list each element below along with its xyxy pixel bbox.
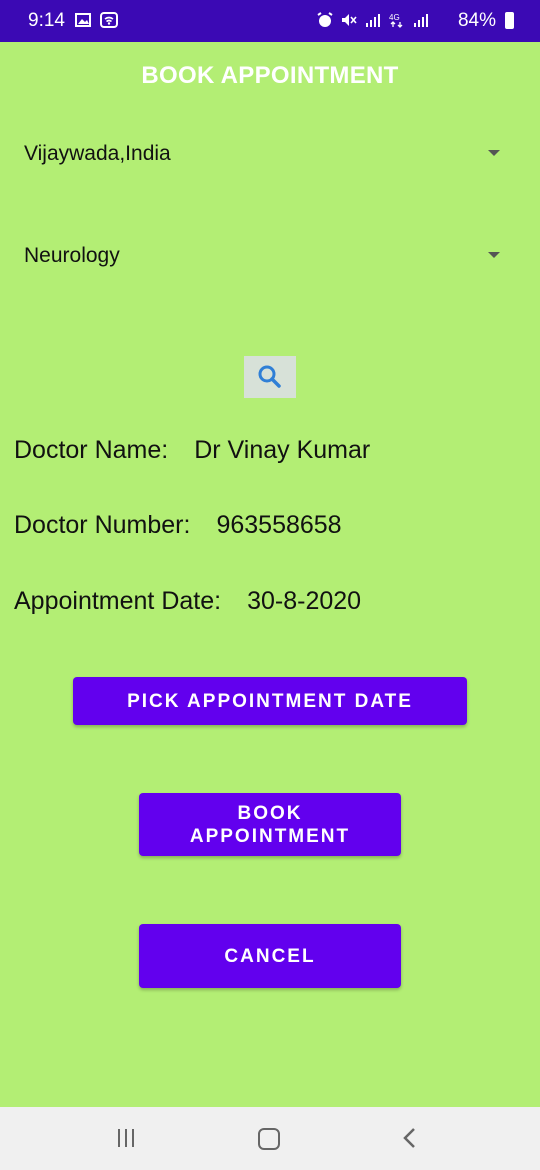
navigation-bar bbox=[0, 1107, 540, 1170]
status-bar: 9:14 4G 84% bbox=[0, 0, 540, 42]
location-spinner-value: Vijaywada,India bbox=[24, 142, 171, 165]
image-icon bbox=[75, 13, 91, 27]
dropdown-arrow-icon bbox=[488, 150, 500, 156]
doctor-name-value: Dr Vinay Kumar bbox=[194, 436, 371, 464]
appointment-date-value: 30-8-2020 bbox=[247, 587, 362, 615]
dropdown-arrow-icon bbox=[488, 252, 500, 258]
doctor-name-row: Doctor Name: Dr Vinay Kumar bbox=[14, 436, 370, 465]
book-button-label-line1: BOOK bbox=[237, 802, 303, 824]
mute-icon bbox=[342, 14, 357, 26]
specialty-spinner-value: Neurology bbox=[24, 244, 120, 267]
back-icon[interactable] bbox=[402, 1127, 418, 1149]
home-icon[interactable] bbox=[258, 1128, 280, 1150]
cancel-label: CANCEL bbox=[224, 945, 316, 967]
pick-date-label: PICK APPOINTMENT DATE bbox=[127, 690, 413, 712]
alarm-icon bbox=[317, 12, 333, 27]
4g-icon: 4G bbox=[389, 13, 403, 28]
location-spinner[interactable]: Vijaywada,India bbox=[24, 134, 516, 174]
search-button[interactable] bbox=[244, 356, 296, 398]
cancel-button[interactable]: CANCEL bbox=[139, 924, 401, 988]
appointment-date-row: Appointment Date: 30-8-2020 bbox=[14, 587, 361, 616]
signal-icon bbox=[366, 14, 380, 27]
doctor-name-label: Doctor Name: bbox=[14, 436, 169, 464]
status-time: 9:14 bbox=[28, 10, 65, 31]
pick-appointment-date-button[interactable]: PICK APPOINTMENT DATE bbox=[73, 677, 467, 725]
doctor-number-row: Doctor Number: 963558658 bbox=[14, 511, 342, 540]
recents-icon[interactable] bbox=[118, 1129, 134, 1147]
wifi-icon bbox=[100, 12, 118, 28]
book-appointment-button[interactable]: BOOK APPOINTMENT bbox=[139, 793, 401, 856]
doctor-number-value: 963558658 bbox=[216, 511, 342, 539]
book-button-label-line2: APPOINTMENT bbox=[189, 825, 351, 847]
battery-icon bbox=[505, 12, 514, 29]
battery-percent: 84% bbox=[457, 10, 496, 31]
signal-icon bbox=[414, 14, 428, 27]
page-title: BOOK APPOINTMENT bbox=[141, 62, 399, 89]
appointment-date-label: Appointment Date: bbox=[14, 587, 222, 615]
svg-text:4G: 4G bbox=[389, 13, 400, 22]
specialty-spinner[interactable]: Neurology bbox=[24, 236, 516, 276]
search-icon bbox=[258, 365, 281, 388]
doctor-number-label: Doctor Number: bbox=[14, 511, 191, 539]
